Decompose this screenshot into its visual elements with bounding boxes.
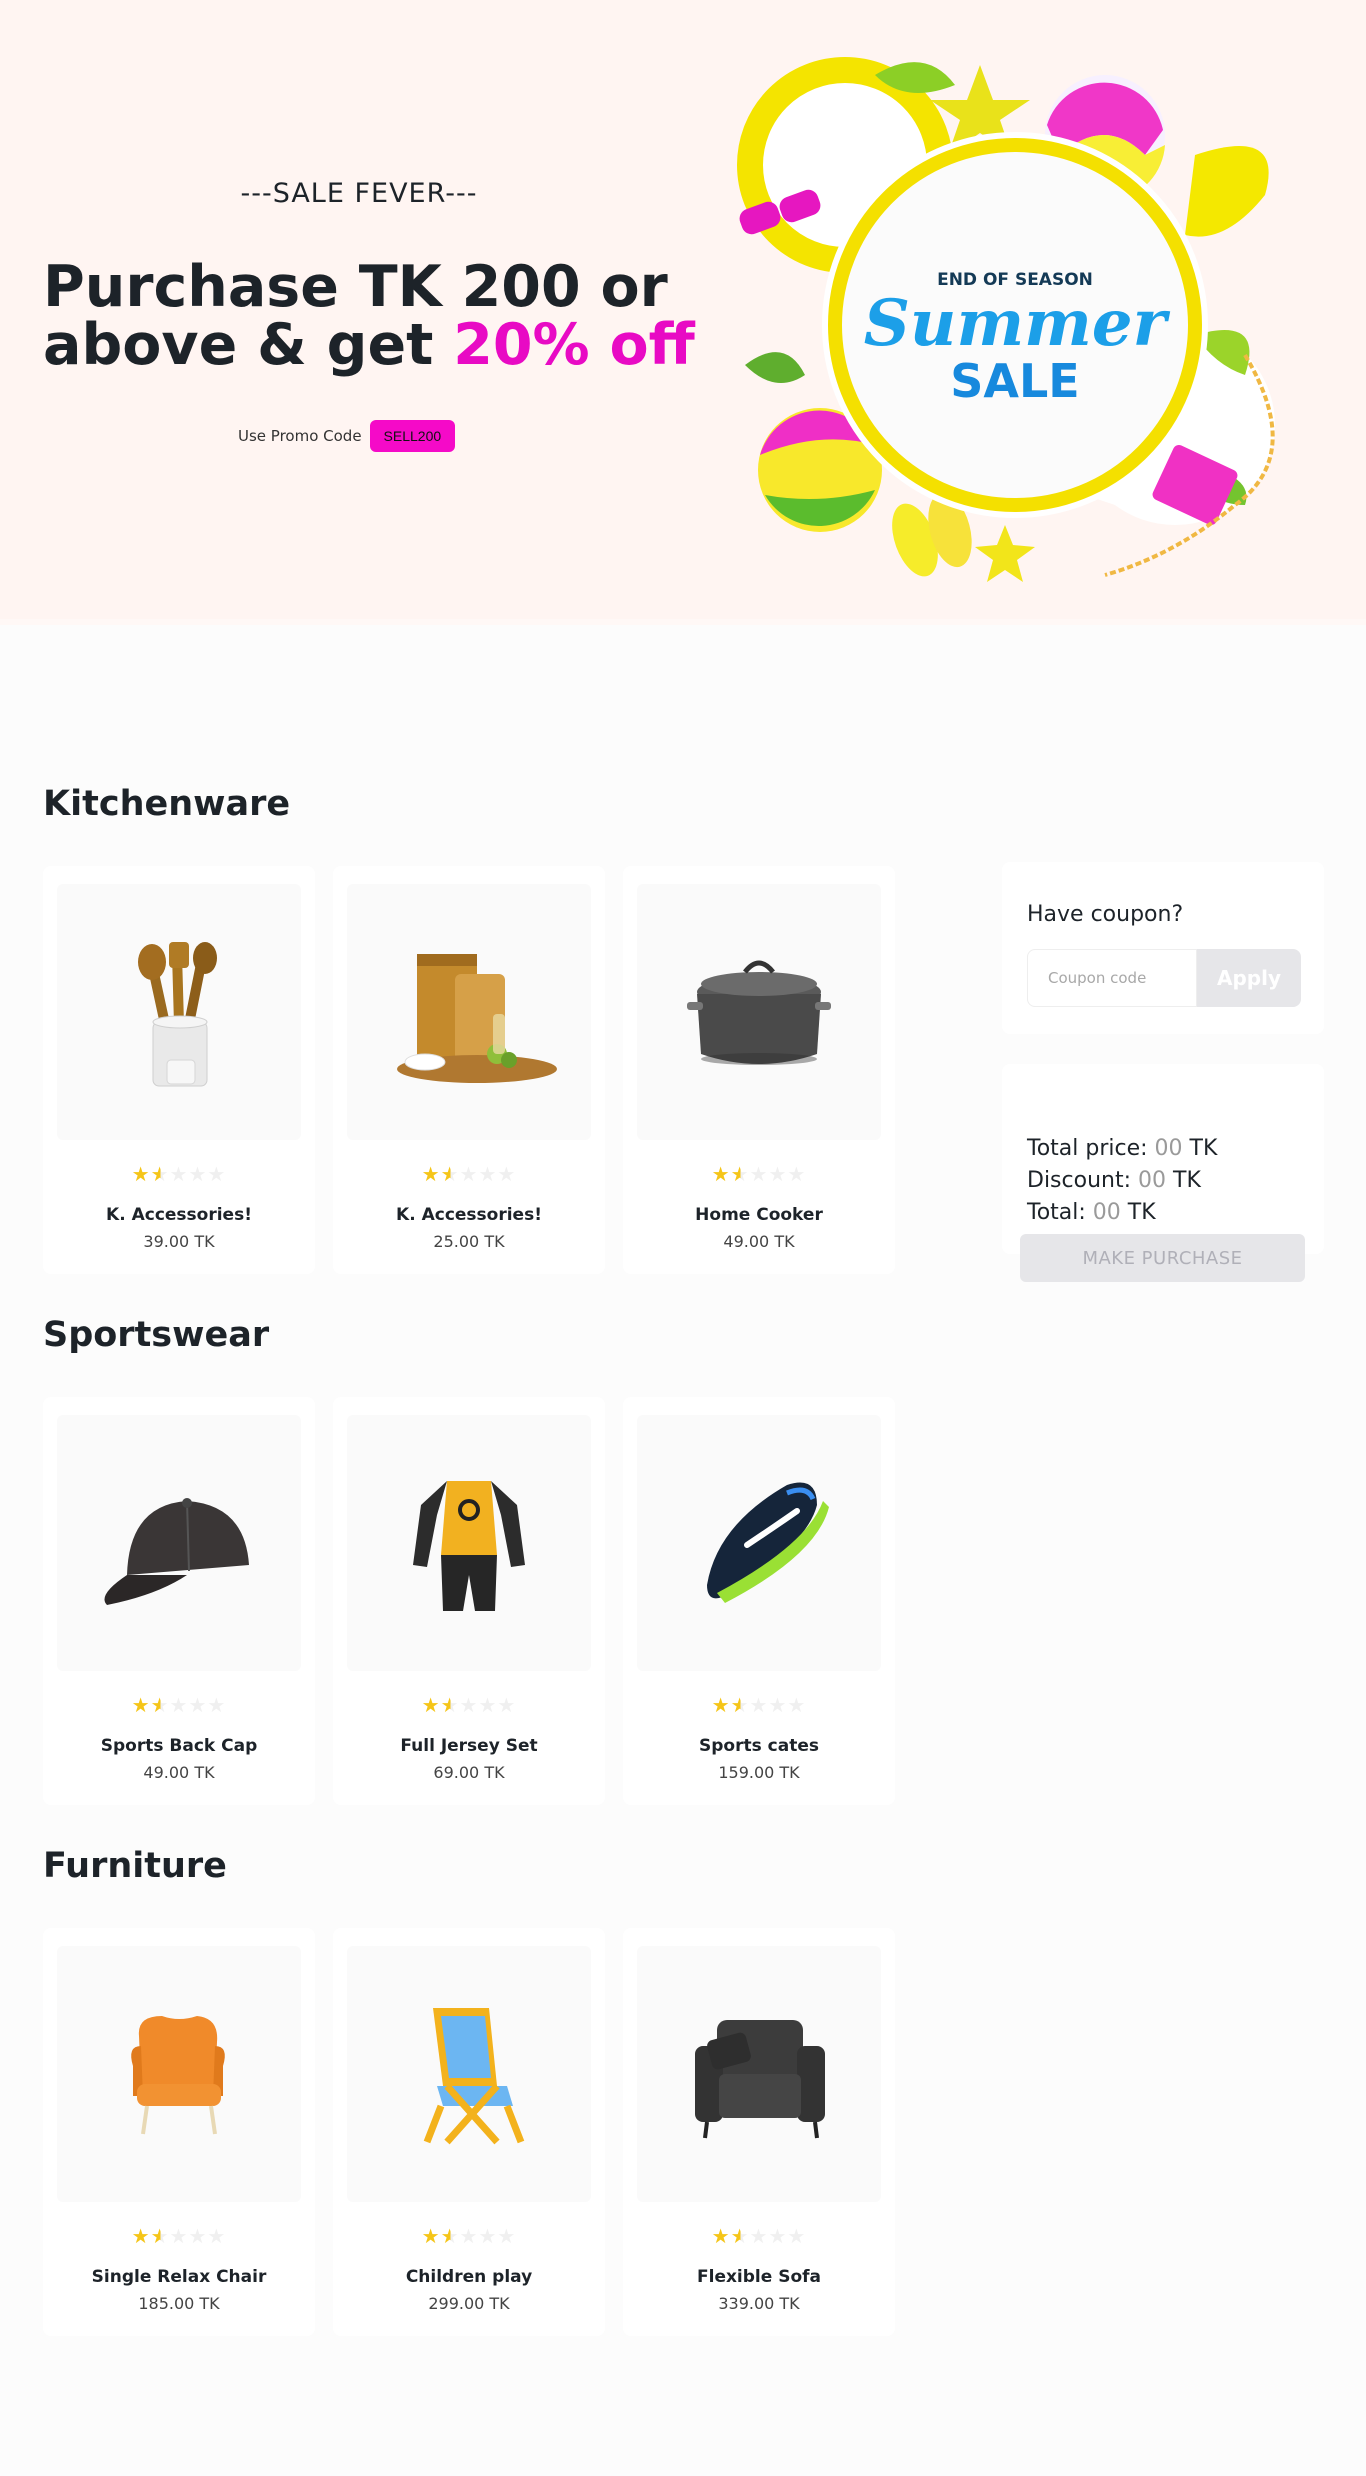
product-card[interactable]: ★★★★★ Flexible Sofa 339.00 TK [623,1928,895,2336]
product-price: 69.00 TK [433,1763,505,1782]
cutting-board-icon [397,954,557,1083]
headline-line-2: above & get [43,312,454,378]
total-value: 00 [1092,1200,1121,1225]
jersey-icon [413,1481,525,1611]
currency-label: TK [1127,1200,1156,1225]
product-price: 299.00 TK [428,2294,510,2313]
sneaker-icon [707,1482,829,1603]
product-image [347,1415,591,1671]
discount-label: Discount: [1027,1168,1131,1193]
product-name: K. Accessories! [396,1205,542,1225]
discount-row: Discount: 00 TK [1027,1168,1201,1193]
surfboard-icon [1185,146,1269,237]
discount-value: 00 [1138,1168,1166,1193]
rating-stars: ★★★★★ [421,1693,517,1717]
order-summary-panel: Total price: 00 TK Discount: 00 TK Total… [1002,1064,1324,1254]
product-image [347,884,591,1140]
product-name: Children play [405,2267,533,2287]
total-price-label: Total price: [1027,1136,1148,1161]
product-card[interactable]: ★★★★★ Sports cates 159.00 TK [623,1397,895,1805]
rating-stars: ★★★★★ [421,2224,517,2248]
promo-row: Use Promo Code SELL200 [238,420,456,452]
product-image [637,884,881,1140]
product-name: Home Cooker [695,1205,823,1225]
coupon-panel: Have coupon? Apply [1002,862,1324,1034]
total-price-row: Total price: 00 TK [1027,1136,1217,1161]
kitchen-utensils-icon [138,942,217,1087]
product-image [637,1415,881,1671]
headline-discount: 20% off [453,312,695,378]
headline-line-1: Purchase TK 200 or [43,254,668,320]
rating-stars: ★★★★★ [131,1693,227,1717]
product-card[interactable]: ★★★★★ Sports Back Cap 49.00 TK [43,1397,315,1805]
leaf-icon [745,352,805,383]
product-name: Sports cates [699,1736,819,1756]
product-image [57,884,301,1140]
product-price: 39.00 TK [143,1232,215,1251]
promo-label: Use Promo Code [238,427,362,445]
product-card[interactable]: ★★★★★ Single Relax Chair 185.00 TK [43,1928,315,2336]
cooking-pot-icon [687,960,831,1065]
starfish-icon [975,525,1035,582]
product-image [637,1946,881,2202]
rating-stars: ★★★★★ [711,2224,807,2248]
apply-coupon-button[interactable]: Apply [1197,949,1301,1007]
product-card[interactable]: ★★★★★ K. Accessories! 39.00 TK [43,866,315,1274]
product-name: K. Accessories! [106,1205,252,1225]
product-image [57,1946,301,2202]
product-price: 25.00 TK [433,1232,505,1251]
summer-sale-illustration: END OF SEASON Summer SALE [737,57,1275,582]
rating-stars: ★★★★★ [711,1693,807,1717]
currency-label: TK [1173,1168,1201,1193]
svg-text:Summer: Summer [864,286,1171,361]
product-card[interactable]: ★★★★★ K. Accessories! 25.00 TK [333,866,605,1274]
product-price: 339.00 TK [718,2294,800,2313]
currency-label: TK [1189,1136,1218,1161]
make-purchase-button[interactable]: MAKE PURCHASE [1020,1234,1305,1282]
rating-stars: ★★★★★ [711,1162,807,1186]
product-card[interactable]: ★★★★★ Children play 299.00 TK [333,1928,605,2336]
sofa-icon [695,2020,825,2139]
sale-tagline: ---SALE FEVER--- [240,178,478,209]
product-name: Flexible Sofa [697,2267,821,2287]
armchair-icon [131,2016,225,2135]
cap-icon [104,1498,249,1605]
coupon-title: Have coupon? [1027,902,1184,927]
section-title-kitchenware: Kitchenware [43,784,291,824]
coupon-code-input[interactable] [1027,949,1197,1007]
section-title-furniture: Furniture [43,1846,227,1886]
hero-banner: ---SALE FEVER--- Purchase TK 200 or abov… [0,0,1366,625]
product-image [57,1415,301,1671]
promo-code-button[interactable]: SELL200 [369,420,456,452]
product-price: 49.00 TK [723,1232,795,1251]
grand-total-row: Total: 00 TK [1027,1200,1156,1225]
product-name: Single Relax Chair [91,2267,267,2287]
total-price-value: 00 [1154,1136,1183,1161]
svg-text:SALE: SALE [950,354,1079,408]
total-label: Total: [1027,1200,1086,1225]
section-title-sportswear: Sportswear [43,1315,270,1355]
hero-headline: Purchase TK 200 or above & get 20% off [43,258,703,374]
rating-stars: ★★★★★ [131,1162,227,1186]
product-price: 49.00 TK [143,1763,215,1782]
product-card[interactable]: ★★★★★ Full Jersey Set 69.00 TK [333,1397,605,1805]
product-name: Full Jersey Set [400,1736,538,1756]
product-name: Sports Back Cap [100,1736,258,1756]
product-price: 159.00 TK [718,1763,800,1782]
folding-chair-icon [423,2008,525,2145]
product-price: 185.00 TK [138,2294,220,2313]
rating-stars: ★★★★★ [421,1162,517,1186]
product-image [347,1946,591,2202]
product-card[interactable]: ★★★★★ Home Cooker 49.00 TK [623,866,895,1274]
rating-stars: ★★★★★ [131,2224,227,2248]
